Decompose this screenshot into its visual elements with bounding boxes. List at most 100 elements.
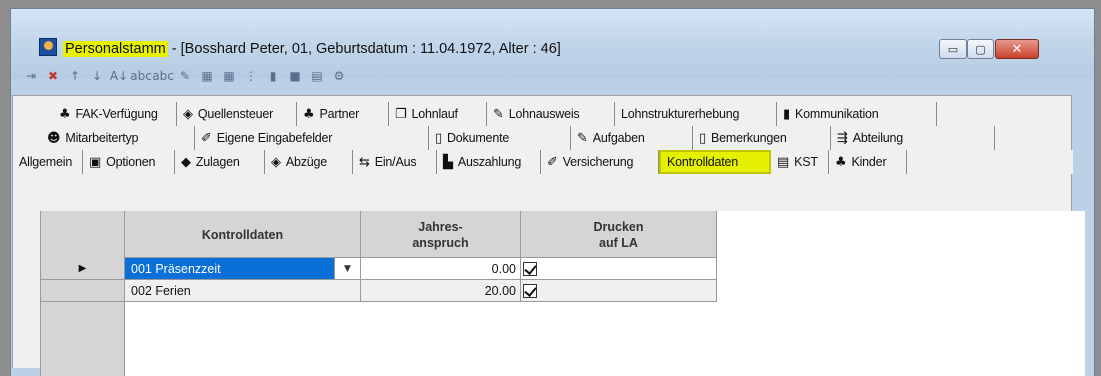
tab-label: Kontrolldaten [667, 155, 739, 169]
children-icon: ♣ [835, 154, 847, 170]
jahresanspruch-cell[interactable]: 0.00 [361, 258, 521, 280]
column-header-kontrolldaten[interactable]: Kontrolldaten [125, 211, 361, 258]
tab-allgemein[interactable]: Allgemein [13, 150, 83, 174]
tab-abteilung[interactable]: ⇶ Abteilung [831, 126, 995, 150]
tab-label: Abteilung [852, 131, 904, 145]
drucken-cell[interactable] [521, 258, 717, 280]
grid-header: Kontrolldaten Jahres-anspruch Drucken auf… [41, 211, 717, 258]
deductions-icon: ◈ [271, 154, 281, 170]
tab-label: Kommunikation [794, 107, 879, 121]
tab-kontrolldaten[interactable]: Kontrolldaten [659, 150, 771, 174]
tab-fak-verfügung[interactable]: ♣ FAK-Verfügung [53, 102, 177, 126]
sort-az-icon[interactable]: A↓ [110, 67, 128, 85]
column-header-jahresanspruch-line1: Jahres- [418, 219, 463, 234]
frame-right [1095, 0, 1101, 376]
spellcheck-icon[interactable]: abc [130, 67, 152, 85]
tab-eigene-eingabefelder[interactable]: ✐ Eigene Eingabefelder [195, 126, 429, 150]
insert-row-icon[interactable]: ⇥ [22, 67, 40, 85]
tax-icon: ◈ [183, 106, 193, 122]
maximize-button[interactable]: ▢ [967, 39, 994, 59]
calculator-icon[interactable]: ▤ [308, 67, 326, 85]
tab-versicherung[interactable]: ✐ Versicherung [541, 150, 659, 174]
columns-icon[interactable]: ⋮ [242, 67, 260, 85]
column-header-drucken-line2: auf LA [599, 235, 638, 250]
table-row[interactable]: 002 Ferien 20.00 [41, 280, 717, 302]
department-icon: ⇶ [837, 130, 848, 146]
column-header-jahresanspruch[interactable]: Jahres-anspruch [361, 211, 521, 258]
move-up-icon[interactable]: ↑ [66, 67, 84, 85]
tab-label: Dokumente [446, 131, 510, 145]
delete-row-icon[interactable]: ✖ [44, 67, 62, 85]
insurance-icon: ✐ [547, 154, 558, 170]
tab-zulagen[interactable]: ◆ Zulagen [175, 150, 265, 174]
kontrolldaten-grid: Kontrolldaten Jahres-anspruch Drucken auf… [40, 211, 1085, 376]
app-icon [39, 38, 57, 56]
tab-row-2: ☻ Mitarbeitertyp ✐ Eigene Eingabefelder ▯ Dok… [41, 126, 995, 150]
tab-label: Quellensteuer [197, 107, 274, 121]
kontrolldaten-cell[interactable]: 002 Ferien [125, 280, 361, 302]
spellcheck2-icon[interactable]: abc [152, 67, 174, 85]
column-header-jahresanspruch-line2: anspruch [412, 235, 469, 250]
edit-icon[interactable]: ✎ [176, 67, 194, 85]
minimize-button[interactable]: ▭ [939, 39, 967, 59]
tab-quellensteuer[interactable]: ◈ Quellensteuer [177, 102, 297, 126]
settings-icon[interactable]: ⚙ [330, 67, 348, 85]
column-header-drucken[interactable]: Drucken auf LA [521, 211, 717, 258]
tab-label: Aufgaben [592, 131, 645, 145]
drucken-cell[interactable] [521, 280, 717, 302]
allowances-icon: ◆ [181, 154, 191, 170]
tab-partner[interactable]: ♣ Partner [297, 102, 389, 126]
toolbar: ⇥ ✖ ↑ ↓ A↓ abc abc ✎ ▦ ▦ ⋮ ▮ ■ ▤ ⚙ [12, 62, 1072, 90]
tab-label: KST [794, 155, 818, 169]
tab-bemerkungen[interactable]: ▯ Bemerkungen [693, 126, 831, 150]
grid-icon[interactable]: ▦ [198, 67, 216, 85]
print-checkbox[interactable] [523, 283, 537, 298]
tab-mitarbeitertyp[interactable]: ☻ Mitarbeitertyp [41, 126, 195, 150]
jahresanspruch-cell[interactable]: 20.00 [361, 280, 521, 302]
chart-icon[interactable]: ▮ [264, 67, 282, 85]
people-icon: ♣ [59, 106, 71, 122]
cost-center-icon: ▤ [777, 154, 790, 170]
tab-label: Auszahlung [457, 155, 522, 169]
entry-exit-icon: ⇆ [359, 154, 370, 170]
chevron-down-icon: ▼ [344, 263, 351, 274]
tab-label: Lohnstrukturerhebung [621, 107, 740, 121]
title-app-name: Personalstamm [63, 41, 168, 57]
tab-aufgaben[interactable]: ✎ Aufgaben [571, 126, 693, 150]
tab-optionen[interactable]: ▣ Optionen [83, 150, 175, 174]
tab-kinder[interactable]: ♣ Kinder [829, 150, 907, 174]
tab-lohnausweis[interactable]: ✎ Lohnausweis [487, 102, 615, 126]
tab-ein-aus[interactable]: ⇆ Ein/Aus [353, 150, 437, 174]
row-selector[interactable]: ▶ [41, 258, 125, 280]
tab-auszahlung[interactable]: ▙ Auszahlung [437, 150, 541, 174]
tab-label: Allgemein [19, 155, 73, 169]
tab-lohnstrukturerhebung[interactable]: Lohnstrukturerhebung [615, 102, 777, 126]
tab-kst[interactable]: ▤ KST [771, 150, 829, 174]
save-icon[interactable]: ■ [286, 67, 304, 85]
tab-abzüge[interactable]: ◈ Abzüge [265, 150, 353, 174]
tab-lohnlauf[interactable]: ❐ Lohnlauf [389, 102, 487, 126]
close-button[interactable]: ✕ [995, 39, 1039, 59]
dropdown-button[interactable]: ▼ [334, 258, 360, 279]
tab-kommunikation[interactable]: ▮ Kommunikation [777, 102, 937, 126]
tab-label: Partner [319, 107, 360, 121]
table-row[interactable]: ▶ 001 Präsenzzeit ▼ 0.00 [41, 258, 717, 280]
tab-row-1: ♣ FAK-Verfügung ◈ Quellensteuer ♣ Partner ❐ Loh… [53, 102, 937, 126]
move-down-icon[interactable]: ↓ [88, 67, 106, 85]
tab-dokumente[interactable]: ▯ Dokumente [429, 126, 571, 150]
options-icon: ▣ [89, 154, 102, 170]
tab-label: Optionen [106, 155, 156, 169]
tab-label: Bemerkungen [710, 131, 787, 145]
tab-label: Versicherung [562, 155, 634, 169]
column-header-drucken-line1: Drucken [593, 219, 644, 234]
print-checkbox[interactable] [523, 261, 537, 276]
grid2-icon[interactable]: ▦ [220, 67, 238, 85]
row-selector[interactable] [41, 280, 125, 302]
tab-row-3: Allgemein ▣ Optionen ◆ Zulagen ◈ Abzüge ⇆ Ein/Au… [13, 150, 1073, 174]
window-title: Personalstamm - [Bosshard Peter, 01, Geb… [63, 39, 561, 59]
kontrolldaten-value: 001 Präsenzzeit [131, 261, 221, 276]
tab-label: FAK-Verfügung [75, 107, 158, 121]
kontrolldaten-cell[interactable]: 001 Präsenzzeit ▼ [125, 258, 361, 280]
row-selector-empty [41, 302, 125, 376]
tab-label: Lohnlauf [411, 107, 458, 121]
